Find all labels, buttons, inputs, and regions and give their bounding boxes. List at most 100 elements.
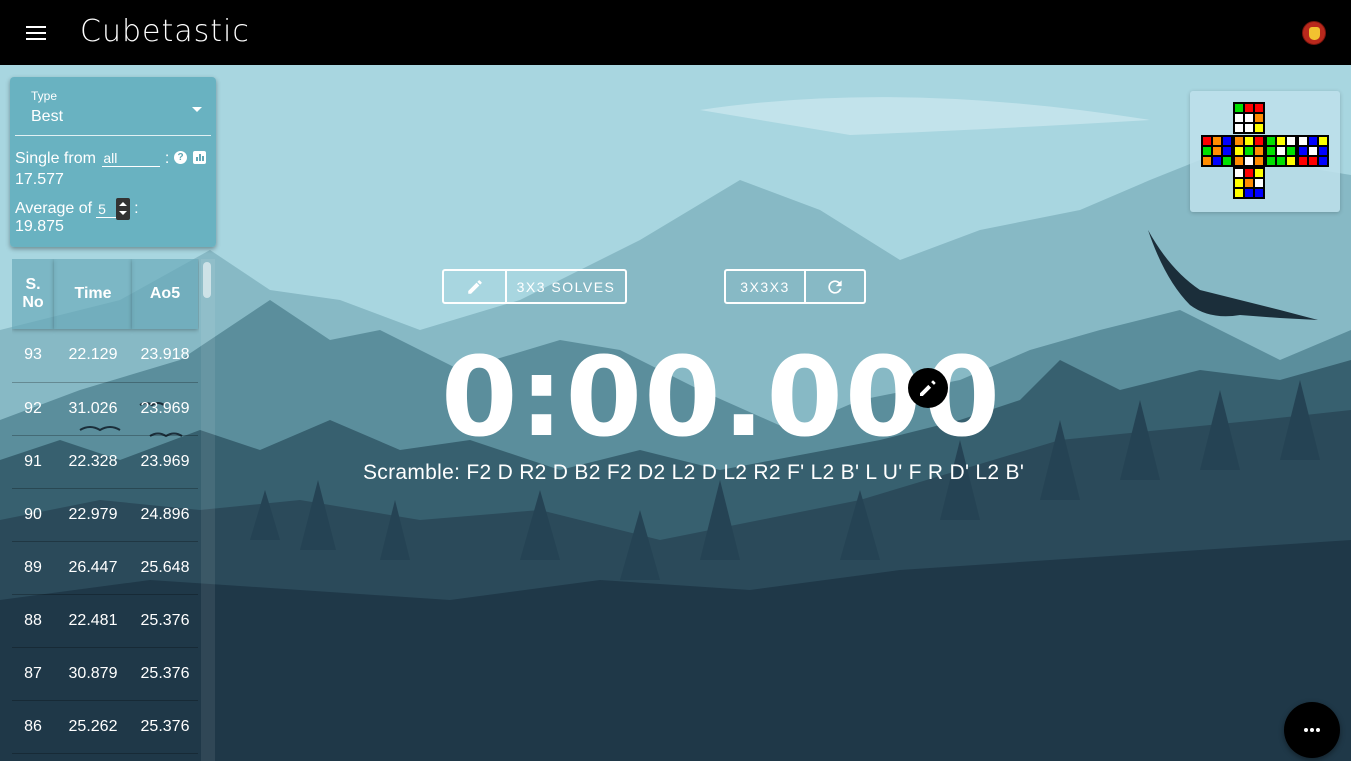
cube-sticker — [1244, 113, 1254, 123]
header-time[interactable]: Time — [54, 259, 132, 329]
cube-sticker — [1234, 178, 1244, 188]
cube-sticker — [1212, 146, 1222, 156]
cube-sticker — [1298, 156, 1308, 166]
cell-time: 31.026 — [54, 382, 132, 436]
cube-sticker — [1254, 123, 1264, 133]
dropdown-arrow-icon[interactable] — [192, 107, 202, 112]
top-app-bar: Cubetastic — [0, 0, 1351, 65]
cube-sticker — [1308, 156, 1318, 166]
single-range-input[interactable]: all — [102, 150, 161, 167]
cube-sticker — [1234, 168, 1244, 178]
edit-time-button[interactable] — [908, 368, 948, 408]
new-scramble-button[interactable] — [804, 271, 864, 302]
table-header-row: S. No Time Ao5 — [12, 259, 198, 329]
cube-sticker — [1266, 156, 1276, 166]
session-select-button[interactable]: 3X3 SOLVES — [505, 271, 625, 302]
cube-sticker — [1234, 103, 1244, 113]
cell-sno: 90 — [12, 488, 54, 542]
scramble-label: Scramble: — [363, 461, 461, 484]
table-scrollbar-track[interactable] — [201, 259, 215, 761]
single-value: 17.577 — [15, 171, 64, 188]
average-n-input[interactable]: 5 — [96, 201, 117, 218]
timer-display[interactable]: 0:00.000 — [441, 333, 1000, 461]
cell-time: 22.481 — [54, 594, 132, 648]
app-title: Cubetastic — [80, 14, 250, 49]
cell-sno: 88 — [12, 594, 54, 648]
average-row: Average of 5 : — [15, 198, 139, 220]
cube-sticker — [1298, 136, 1308, 146]
stats-card: Type Best Single from all : ? 17.577 Ave… — [10, 77, 216, 247]
cell-time: 25.262 — [54, 700, 132, 754]
cube-sticker — [1222, 146, 1232, 156]
header-sno[interactable]: S. No — [12, 259, 54, 329]
cell-ao5: 23.918 — [132, 329, 198, 383]
cube-sticker — [1266, 136, 1276, 146]
cube-sticker — [1318, 146, 1328, 156]
cube-sticker — [1308, 146, 1318, 156]
header-ao5[interactable]: Ao5 — [132, 259, 198, 329]
cell-ao5: 25.376 — [132, 647, 198, 701]
table-row[interactable]: 88 22.481 25.376 — [12, 594, 198, 648]
puzzle-button-group: 3X3X3 — [724, 269, 866, 304]
solves-table-container: S. No Time Ao5 93 22.129 23.918 92 31.026 23.… — [12, 259, 199, 761]
cube-sticker — [1254, 103, 1264, 113]
cube-face-back — [1297, 135, 1329, 167]
cube-sticker — [1276, 146, 1286, 156]
cube-face-front — [1233, 135, 1265, 167]
type-select[interactable]: Best — [31, 108, 63, 126]
cell-ao5: 25.376 — [132, 700, 198, 754]
cell-time: 22.979 — [54, 488, 132, 542]
average-value: 19.875 — [15, 218, 64, 235]
table-scrollbar-thumb[interactable] — [203, 262, 211, 298]
average-stepper[interactable] — [116, 198, 131, 220]
cube-sticker — [1286, 136, 1296, 146]
cell-ao5: 24.896 — [132, 488, 198, 542]
pencil-icon — [467, 279, 482, 294]
cell-ao5: 25.648 — [132, 541, 198, 595]
more-horizontal-icon[interactable] — [1284, 702, 1340, 758]
edit-session-button[interactable] — [444, 271, 505, 302]
cube-sticker — [1202, 156, 1212, 166]
cube-sticker — [1234, 146, 1244, 156]
cube-sticker — [1234, 113, 1244, 123]
cube-sticker — [1254, 136, 1264, 146]
hamburger-menu-icon[interactable] — [24, 22, 48, 44]
cube-sticker — [1222, 156, 1232, 166]
table-row[interactable]: 90 22.979 24.896 — [12, 488, 198, 542]
cell-time: 30.879 — [54, 647, 132, 701]
table-row[interactable]: 93 22.129 23.918 — [12, 329, 198, 383]
cube-sticker — [1244, 136, 1254, 146]
scramble-text: Scramble: F2 D R2 D B2 F2 D2 L2 D L2 R2 … — [363, 461, 1024, 485]
average-colon: : — [134, 200, 139, 217]
table-row[interactable]: 86 25.262 25.376 — [12, 700, 198, 754]
help-icon[interactable]: ? — [174, 151, 187, 164]
table-row[interactable]: 87 30.879 25.376 — [12, 647, 198, 701]
ironman-avatar-icon[interactable] — [1302, 21, 1326, 45]
cell-ao5: 23.969 — [132, 435, 198, 489]
cube-sticker — [1244, 188, 1254, 198]
type-select-label: Type — [31, 89, 58, 103]
pencil-icon — [920, 380, 936, 396]
cell-time: 22.129 — [54, 329, 132, 383]
refresh-icon — [828, 279, 842, 294]
table-row[interactable]: 91 22.328 23.969 — [12, 435, 198, 489]
header-sno-line2: No — [22, 294, 44, 311]
table-row[interactable]: 92 31.026 23.969 — [12, 382, 198, 436]
session-button-group: 3X3 SOLVES — [442, 269, 627, 304]
cell-sno: 91 — [12, 435, 54, 489]
cube-sticker — [1244, 156, 1254, 166]
cell-sno: 87 — [12, 647, 54, 701]
cube-sticker — [1254, 156, 1264, 166]
cube-sticker — [1244, 168, 1254, 178]
chart-icon[interactable] — [193, 151, 206, 164]
cube-sticker — [1234, 136, 1244, 146]
cube-sticker — [1286, 156, 1296, 166]
table-row[interactable]: 89 26.447 25.648 — [12, 541, 198, 595]
scramble-moves: F2 D R2 D B2 F2 D2 L2 D L2 R2 F' L2 B' L… — [466, 461, 1025, 484]
cell-time: 22.328 — [54, 435, 132, 489]
cube-preview-card[interactable] — [1190, 91, 1340, 212]
cell-sno: 92 — [12, 382, 54, 436]
puzzle-select-button[interactable]: 3X3X3 — [726, 271, 804, 302]
cube-sticker — [1212, 136, 1222, 146]
cube-sticker — [1286, 146, 1296, 156]
